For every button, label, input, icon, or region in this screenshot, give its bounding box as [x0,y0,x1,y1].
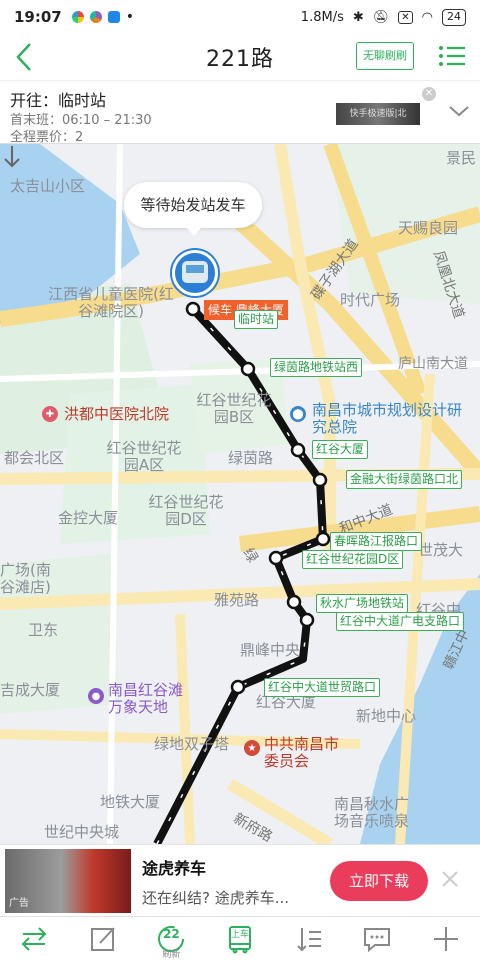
tab-add[interactable] [411,917,480,960]
tab-sort[interactable] [274,917,343,960]
more-notifications-icon: • [125,9,135,25]
boring-browse-button[interactable]: 无聊刷刷 [356,42,414,70]
sort-list-icon [296,927,321,951]
banner-ad-close-icon[interactable]: ✕ [422,87,436,101]
map-label: 庐山南大道 [398,356,468,372]
map-poi-label: 南昌市城市规划设计研究总院 [312,401,463,437]
tab-comments[interactable] [343,917,412,960]
stop-label[interactable]: 春晖路江报路口 [330,532,423,551]
map-label: 时代广场 [340,291,401,309]
route-map[interactable]: 景民 太吉山小区 天赐良园 碟子湖大道 凤凰北大道 时代广场 江西省儿童医院(红… [0,144,480,844]
map-label: 地铁大厦 [100,793,161,811]
map-label: 雅苑路 [214,591,260,609]
app-notification-icon [71,11,84,23]
app-notification-icon-3 [107,11,120,23]
chat-bubble-icon [364,927,391,952]
route-fare: 全程票价：2 [10,130,84,145]
plus-icon [433,926,458,951]
bluetooth-icon: ✱ [352,9,364,25]
hospital-icon: ✚ [42,406,58,422]
stop-label[interactable]: 红谷世纪花园D区 [302,550,404,569]
stop-label[interactable]: 红谷中大道广电支路口 [336,612,465,631]
map-label: 绿地双子塔 [154,735,230,753]
stop-label[interactable]: 红谷中大道世贸路口 [264,678,381,697]
bottom-toolbar: 22 刷新 上车 [0,916,480,960]
map-label: 太吉山小区 [10,177,86,195]
menu-list-icon[interactable] [438,44,466,68]
back-arrow-icon[interactable] [10,40,42,74]
map-label: 世茂大 [418,541,464,559]
stop-label[interactable]: 绿茵路地铁站西 [270,358,363,377]
ad-tag: 广告 [9,898,29,909]
map-label: 金控大厦 [58,509,119,527]
app-header: 221路 无聊刷刷 [0,34,480,80]
map-poi-label: 南昌红谷滩万象天地 [108,681,184,717]
bottom-ad-banner[interactable]: 广告 途虎养车 还在纠结? 途虎养车... 立即下载 [0,844,480,916]
chevron-down-icon[interactable] [448,103,470,119]
map-label: 卫东 [28,621,59,639]
route-info-panel: 开往：临时站 首末班：06:10 – 21:30 全程票价：2 快手极速版|北 … [0,80,480,145]
map-label: 南昌秋水广场音乐喷泉 [334,795,410,831]
map-poi-label: 中共南昌市委员会 [264,735,340,771]
edit-pencil-icon [90,926,115,951]
wifi-icon: ◠ [421,9,433,25]
map-label: 红谷世纪花园A区 [106,439,182,475]
ad-title: 途虎养车 [142,859,207,878]
tab-reverse-direction[interactable] [0,917,69,960]
map-label: 新地中心 [356,707,417,725]
map-label: 广场(南谷滩店) [0,561,51,597]
map-canvas [0,144,480,844]
tab-refresh[interactable]: 22 刷新 [137,917,206,960]
map-label: 天赐良园 [398,219,459,237]
map-label: 红谷世纪花园B区 [196,391,272,427]
refresh-label: 刷新 [162,950,181,960]
compass-arrow-icon[interactable] [0,144,24,170]
stop-label[interactable]: 金融大街绿茵路口北 [346,470,463,489]
map-poi-label: 洪都中医院北院 [64,405,170,423]
ad-subtitle: 还在纠结? 途虎养车... [142,889,290,907]
map-label: 吉成大厦 [0,681,61,699]
map-label: 红谷世纪花园D区 [148,493,224,529]
map-label: 绿茵路 [228,449,274,467]
map-label: 都会北区 [4,449,65,467]
download-button[interactable]: 立即下载 [330,861,428,901]
stop-label[interactable]: 临时站 [234,310,279,329]
tab-board-bus[interactable]: 上车 [206,917,275,960]
battery-indicator: 24 [442,8,466,26]
bus-avatar-icon[interactable] [172,250,218,296]
banner-ad-thumbnail[interactable]: 快手极速版|北 [336,103,420,125]
status-time: 19:07 [14,8,62,26]
network-speed: 1.8M/s [300,9,344,25]
map-label: 景民 [446,149,477,167]
map-label: 鼎峰中央 [240,641,301,659]
shopping-icon: ● [88,688,104,704]
poi-pin-icon: ⬤ [290,406,306,422]
government-icon: ★ [244,740,260,756]
waiting-bubble: 等待始发站发车 [124,182,262,236]
route-destination: 开往：临时站 [10,91,107,110]
close-icon[interactable] [440,869,460,889]
stop-label[interactable]: 红谷大厦 [312,440,369,459]
refresh-countdown: 22 [163,927,180,941]
stop-label[interactable]: 秋水广场地铁站 [316,594,409,613]
status-bar: 19:07 • 1.8M/s ✱ 🔕︎ ✕ ◠ 24 [0,0,480,34]
swap-arrows-icon [21,926,47,951]
mute-bell-icon: 🔕︎ [372,9,390,25]
sim-x-icon: ✕ [398,10,413,24]
tab-edit[interactable] [69,917,138,960]
ad-image[interactable]: 广告 [5,849,131,913]
map-label: 世纪中央城 [44,823,120,841]
app-notification-icon-2 [89,11,102,23]
board-label: 上车 [231,930,250,940]
map-label: 江西省儿童医院(红谷滩院区) [48,285,174,321]
